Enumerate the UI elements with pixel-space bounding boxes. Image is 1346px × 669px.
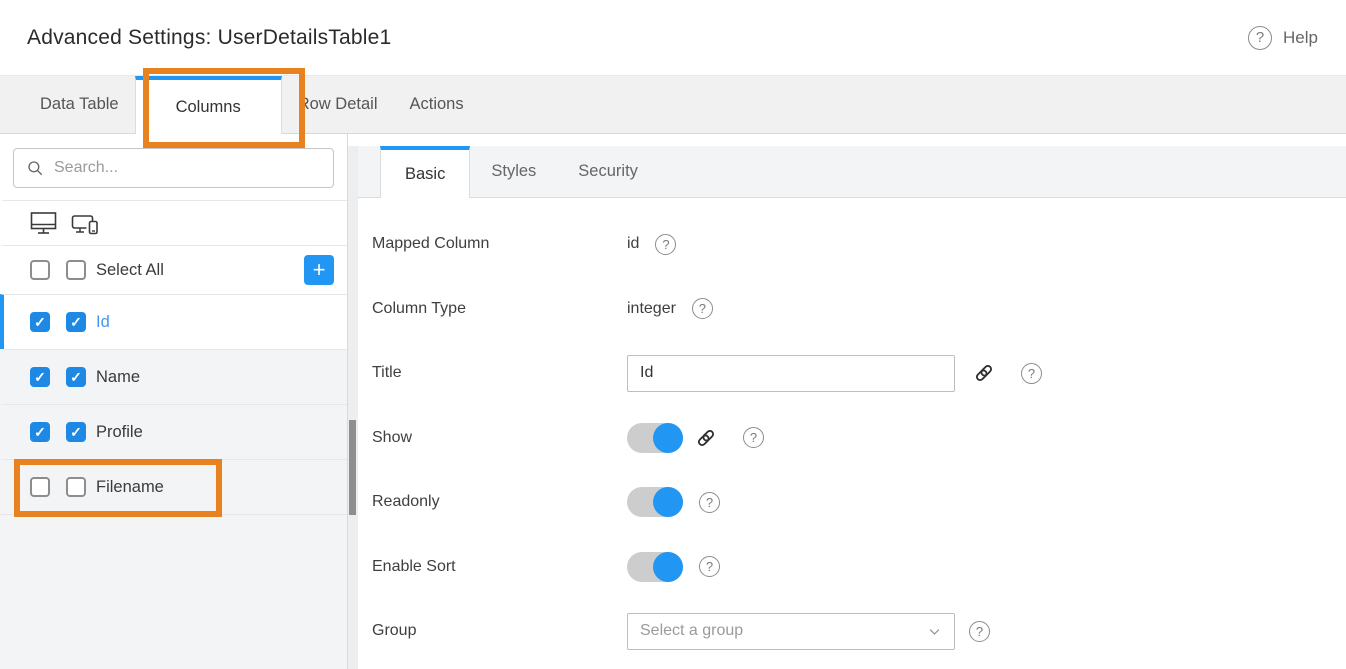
help-icon[interactable]: ? [699,492,720,513]
tab-row-detail[interactable]: Row Detail [282,76,394,133]
enable-sort-row: Enable Sort ? [372,535,1346,600]
main-tab-bar: Data Table Columns Row Detail Actions [0,76,1346,134]
enable-sort-toggle[interactable] [627,552,683,582]
show-toggle[interactable] [627,423,683,453]
title-input[interactable] [627,355,955,392]
toggle-knob [653,552,683,582]
column-item-name[interactable]: Name [0,349,347,404]
filename-mobile-checkbox[interactable] [66,477,86,497]
readonly-row: Readonly ? [372,470,1346,535]
title-row: Title ? [372,341,1346,406]
field-label: Readonly [372,493,627,511]
link-icon[interactable] [973,362,995,384]
help-icon[interactable]: ? [692,298,713,319]
help-icon: ? [1248,26,1272,50]
tab-actions[interactable]: Actions [393,76,479,133]
field-label: Mapped Column [372,235,627,253]
devices-icon [71,210,100,236]
column-item-label: Name [96,368,140,387]
column-type-row: Column Type integer ? [372,277,1346,342]
field-label: Column Type [372,300,627,318]
help-icon[interactable]: ? [1021,363,1042,384]
chevron-down-icon [927,624,942,639]
toggle-knob [653,487,683,517]
help-icon[interactable]: ? [655,234,676,255]
profile-mobile-checkbox[interactable] [66,422,86,442]
show-row: Show ? [372,406,1346,471]
page-title: Advanced Settings: UserDetailsTable1 [27,26,391,50]
select-all-label: Select All [96,261,164,280]
column-item-label: Profile [96,423,143,442]
columns-sidebar: Select All + Id Name Profile [0,134,348,669]
column-type-value: integer [627,300,676,318]
mapped-column-row: Mapped Column id ? [372,212,1346,277]
header: Advanced Settings: UserDetailsTable1 ? H… [0,0,1346,76]
sidebar-scrollbar[interactable] [348,134,358,669]
readonly-toggle[interactable] [627,487,683,517]
detail-tab-bar: Basic Styles Security [358,146,1346,198]
search-icon [26,159,44,177]
toggle-knob [653,423,683,453]
mapped-column-value: id [627,235,639,253]
profile-desktop-checkbox[interactable] [30,422,50,442]
group-select-placeholder: Select a group [640,622,743,640]
group-row: Group Select a group ? [372,599,1346,664]
column-item-label: Filename [96,478,164,497]
advanced-settings-window: Advanced Settings: UserDetailsTable1 ? H… [0,0,1346,669]
column-item-label: Id [96,313,110,332]
help-icon[interactable]: ? [969,621,990,642]
link-icon[interactable] [695,427,717,449]
field-label: Show [372,429,627,447]
select-all-desktop-checkbox[interactable] [30,260,50,280]
name-mobile-checkbox[interactable] [66,367,86,387]
sidebar-empty-area [0,514,347,669]
sidebar-scrollbar-thumb[interactable] [349,420,356,515]
field-label: Group [372,622,627,640]
help-icon[interactable]: ? [699,556,720,577]
column-item-filename[interactable]: Filename [0,459,347,514]
column-item-id[interactable]: Id [0,294,347,349]
select-all-mobile-checkbox[interactable] [66,260,86,280]
column-detail-panel: Basic Styles Security Mapped Column id ?… [358,134,1346,669]
search-input[interactable] [54,159,321,177]
field-label: Enable Sort [372,558,627,576]
device-visibility-header [0,200,347,245]
name-desktop-checkbox[interactable] [30,367,50,387]
tab-basic[interactable]: Basic [380,146,470,198]
desktop-icon [30,210,57,236]
search-area [0,134,347,200]
filename-desktop-checkbox[interactable] [30,477,50,497]
tab-data-table[interactable]: Data Table [24,76,135,133]
help-icon[interactable]: ? [743,427,764,448]
tab-security[interactable]: Security [557,146,659,197]
tab-columns[interactable]: Columns [135,76,282,134]
field-label: Title [372,364,627,382]
id-desktop-checkbox[interactable] [30,312,50,332]
select-all-row: Select All + [0,245,347,294]
id-mobile-checkbox[interactable] [66,312,86,332]
group-select[interactable]: Select a group [627,613,955,650]
tab-styles[interactable]: Styles [470,146,557,197]
help-button[interactable]: ? Help [1248,26,1318,50]
column-item-profile[interactable]: Profile [0,404,347,459]
help-label: Help [1283,28,1318,48]
basic-settings-form: Mapped Column id ? Column Type integer ?… [358,198,1346,664]
add-column-button[interactable]: + [304,255,334,285]
search-box[interactable] [13,148,334,188]
